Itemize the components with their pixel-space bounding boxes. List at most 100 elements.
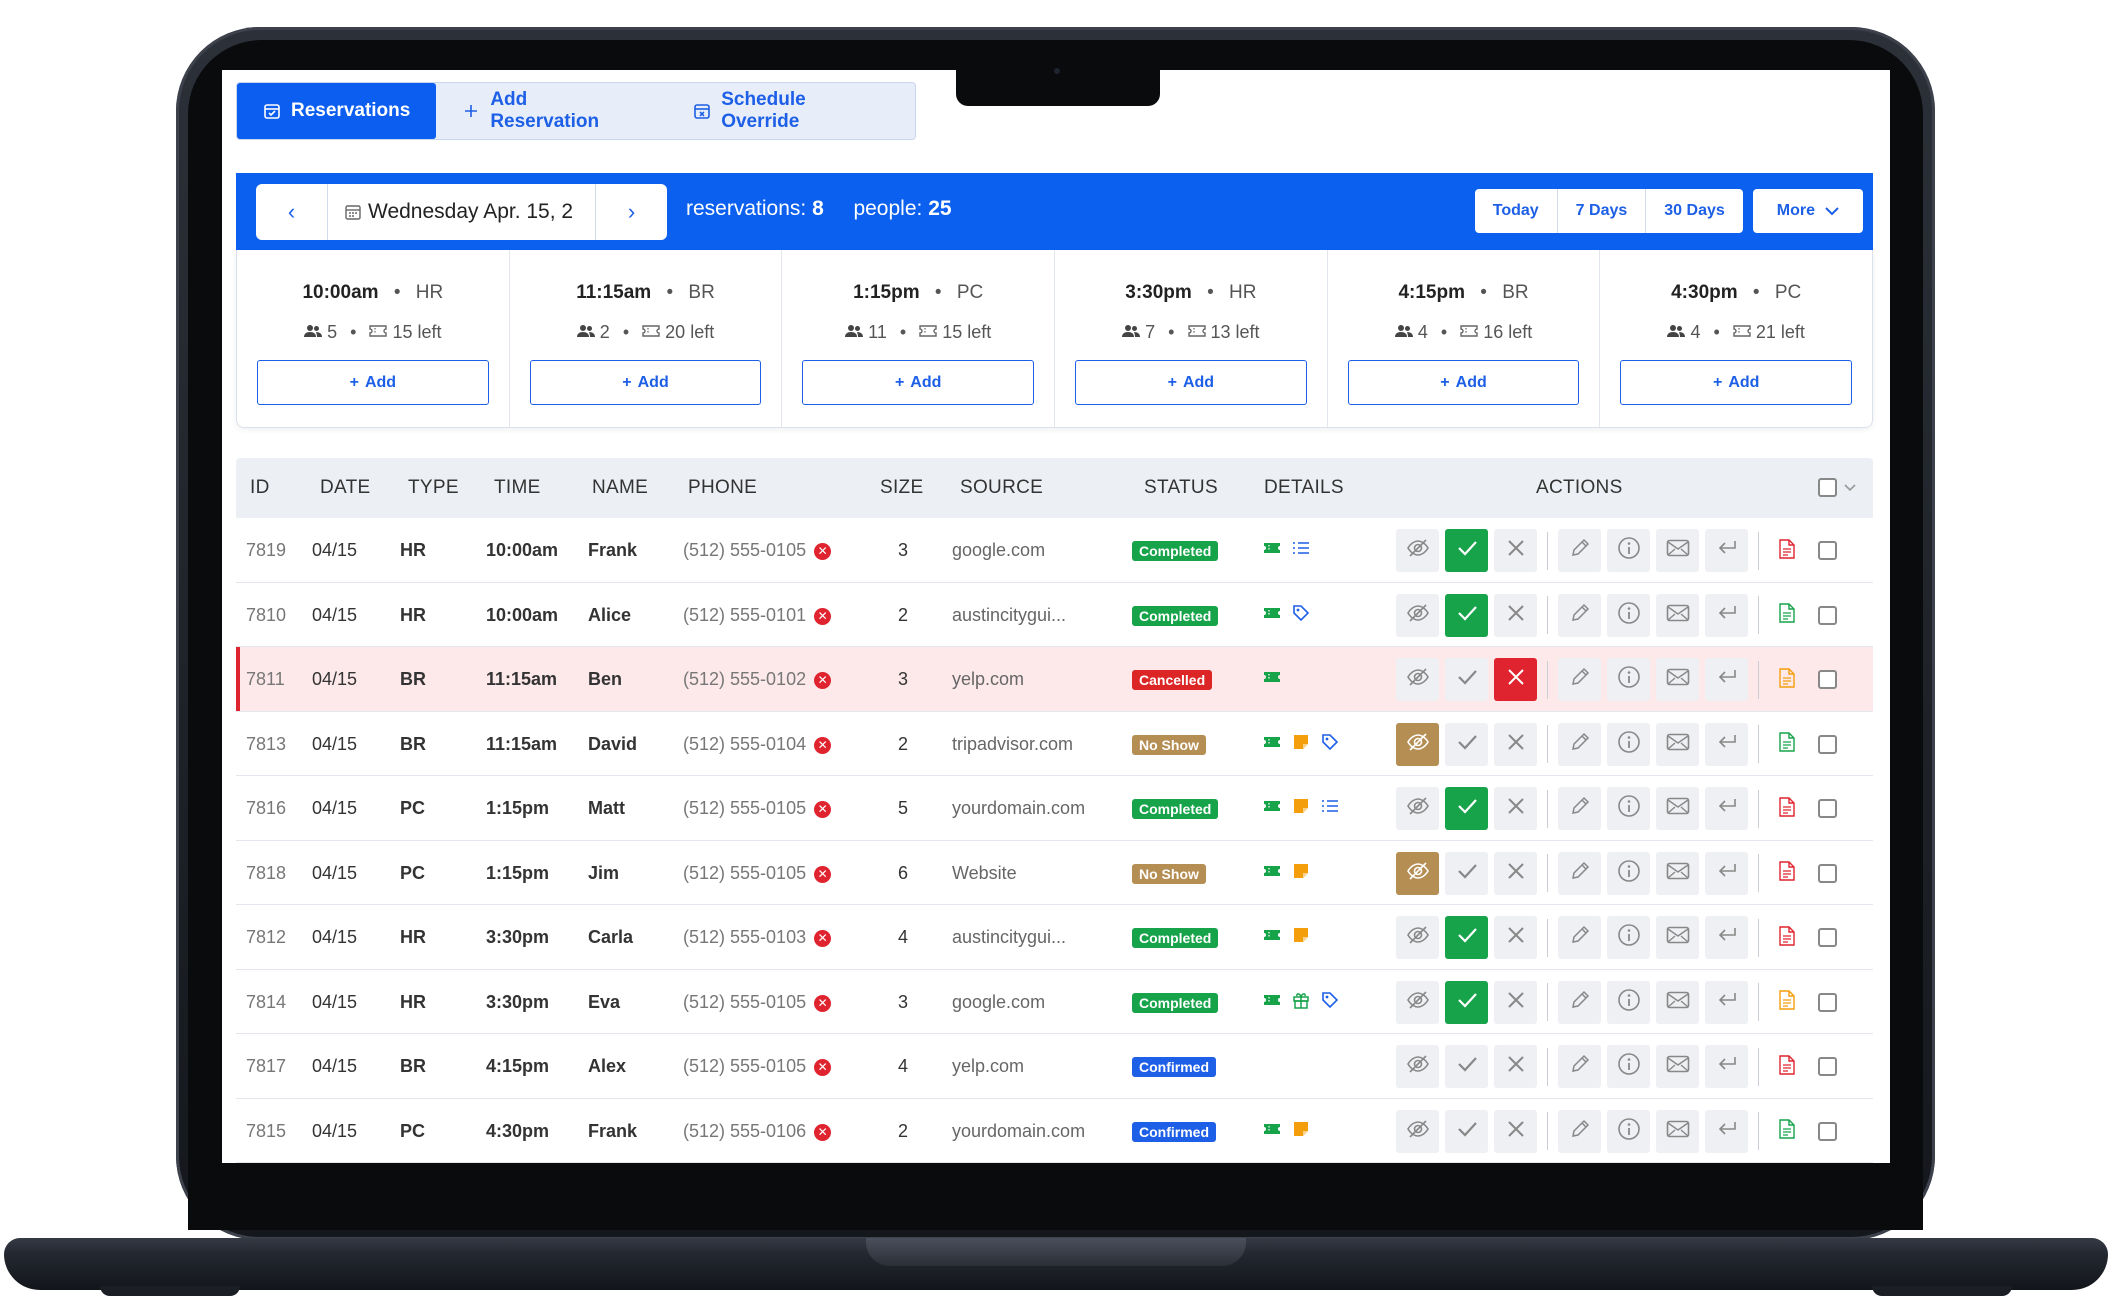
cell-name[interactable]: Jim (588, 863, 619, 884)
return-button[interactable] (1705, 916, 1748, 959)
more-dropdown[interactable]: More (1752, 189, 1863, 233)
pdf-icon[interactable] (1779, 1054, 1799, 1079)
complete-button[interactable] (1445, 980, 1488, 1024)
info-button[interactable] (1607, 916, 1650, 959)
prev-day-button[interactable]: ‹ (256, 184, 328, 240)
row-checkbox[interactable] (1818, 928, 1837, 947)
cell-name[interactable]: David (588, 734, 637, 755)
cancel-button[interactable] (1494, 787, 1537, 830)
cancel-button[interactable] (1494, 1109, 1537, 1153)
table-row[interactable]: 7818 04/15 PC 1:15pm Jim (512) 555-0105 ✕… (236, 841, 1873, 905)
email-button[interactable] (1656, 980, 1699, 1024)
return-button[interactable] (1705, 851, 1748, 895)
no-show-button[interactable] (1396, 916, 1439, 959)
table-row[interactable]: 7812 04/15 HR 3:30pm Carla (512) 555-010… (236, 905, 1873, 970)
cell-name[interactable]: Alex (588, 1056, 626, 1077)
col-size[interactable]: SIZE (880, 477, 923, 499)
pdf-icon[interactable] (1779, 796, 1799, 821)
email-button[interactable] (1656, 1109, 1699, 1153)
complete-button[interactable] (1445, 529, 1488, 572)
cancel-button[interactable] (1494, 722, 1537, 766)
return-button[interactable] (1705, 593, 1748, 637)
table-row[interactable]: 7813 04/15 BR 11:15am David (512) 555-01… (236, 712, 1873, 776)
slot-add-button[interactable]: + Add (1620, 360, 1853, 405)
cancel-button[interactable] (1494, 851, 1537, 895)
pdf-icon[interactable] (1779, 925, 1799, 950)
cancel-button[interactable] (1494, 529, 1537, 572)
pdf-icon[interactable] (1779, 861, 1799, 885)
edit-button[interactable] (1558, 658, 1601, 701)
table-row[interactable]: 7810 04/15 HR 10:00am Alice (512) 555-01… (236, 583, 1873, 647)
cell-name[interactable]: Frank (588, 1121, 637, 1142)
col-status[interactable]: STATUS (1144, 477, 1218, 499)
info-button[interactable] (1607, 1045, 1650, 1088)
row-checkbox[interactable] (1818, 992, 1837, 1012)
complete-button[interactable] (1445, 851, 1488, 895)
row-checkbox[interactable] (1818, 670, 1837, 689)
no-show-button[interactable] (1396, 1109, 1439, 1153)
return-button[interactable] (1705, 1109, 1748, 1153)
pdf-icon[interactable] (1779, 667, 1799, 692)
email-button[interactable] (1656, 787, 1699, 830)
pdf-icon[interactable] (1779, 603, 1799, 627)
info-button[interactable] (1607, 658, 1650, 701)
no-show-button[interactable] (1396, 980, 1439, 1024)
row-checkbox[interactable] (1818, 605, 1837, 625)
row-checkbox[interactable] (1818, 541, 1837, 560)
return-button[interactable] (1705, 787, 1748, 830)
cancel-button[interactable] (1494, 980, 1537, 1024)
row-checkbox[interactable] (1818, 863, 1837, 883)
row-checkbox[interactable] (1818, 1121, 1837, 1141)
email-button[interactable] (1656, 916, 1699, 959)
slot-add-button[interactable]: + Add (802, 360, 1035, 405)
info-button[interactable] (1607, 722, 1650, 766)
no-show-button[interactable] (1396, 722, 1439, 766)
cancel-button[interactable] (1494, 1045, 1537, 1088)
date-picker[interactable]: Wednesday Apr. 15, 2 (328, 200, 595, 224)
email-button[interactable] (1656, 851, 1699, 895)
edit-button[interactable] (1558, 593, 1601, 637)
chevron-down-icon[interactable] (1844, 484, 1856, 492)
cell-name[interactable]: Eva (588, 992, 620, 1013)
edit-button[interactable] (1558, 722, 1601, 766)
complete-button[interactable] (1445, 593, 1488, 637)
pdf-icon[interactable] (1779, 732, 1799, 756)
complete-button[interactable] (1445, 787, 1488, 830)
return-button[interactable] (1705, 722, 1748, 766)
cell-name[interactable]: Alice (588, 605, 631, 626)
next-day-button[interactable]: › (595, 184, 667, 240)
edit-button[interactable] (1558, 851, 1601, 895)
tab-add-reservation[interactable]: Add Reservation (436, 83, 667, 139)
row-checkbox[interactable] (1818, 799, 1837, 818)
slot-add-button[interactable]: + Add (257, 360, 489, 405)
table-row[interactable]: 7816 04/15 PC 1:15pm Matt (512) 555-0105… (236, 776, 1873, 841)
pdf-icon[interactable] (1779, 538, 1799, 563)
col-id[interactable]: ID (250, 477, 270, 499)
complete-button[interactable] (1445, 1045, 1488, 1088)
info-button[interactable] (1607, 980, 1650, 1024)
edit-button[interactable] (1558, 1109, 1601, 1153)
today-button[interactable]: Today (1475, 189, 1558, 233)
col-type[interactable]: TYPE (408, 477, 459, 499)
cancel-button[interactable] (1494, 593, 1537, 637)
edit-button[interactable] (1558, 787, 1601, 830)
pdf-icon[interactable] (1779, 1119, 1799, 1143)
email-button[interactable] (1656, 529, 1699, 572)
return-button[interactable] (1705, 529, 1748, 572)
no-show-button[interactable] (1396, 658, 1439, 701)
col-date[interactable]: DATE (320, 477, 370, 499)
complete-button[interactable] (1445, 722, 1488, 766)
col-source[interactable]: SOURCE (960, 477, 1043, 499)
info-button[interactable] (1607, 851, 1650, 895)
complete-button[interactable] (1445, 1109, 1488, 1153)
info-button[interactable] (1607, 1109, 1650, 1153)
cell-name[interactable]: Frank (588, 540, 637, 561)
table-row[interactable]: 7815 04/15 PC 4:30pm Frank (512) 555-010… (236, 1099, 1873, 1163)
info-button[interactable] (1607, 593, 1650, 637)
email-button[interactable] (1656, 1045, 1699, 1088)
col-name[interactable]: NAME (592, 477, 648, 499)
return-button[interactable] (1705, 658, 1748, 701)
edit-button[interactable] (1558, 980, 1601, 1024)
return-button[interactable] (1705, 980, 1748, 1024)
tab-reservations[interactable]: Reservations (237, 83, 437, 139)
